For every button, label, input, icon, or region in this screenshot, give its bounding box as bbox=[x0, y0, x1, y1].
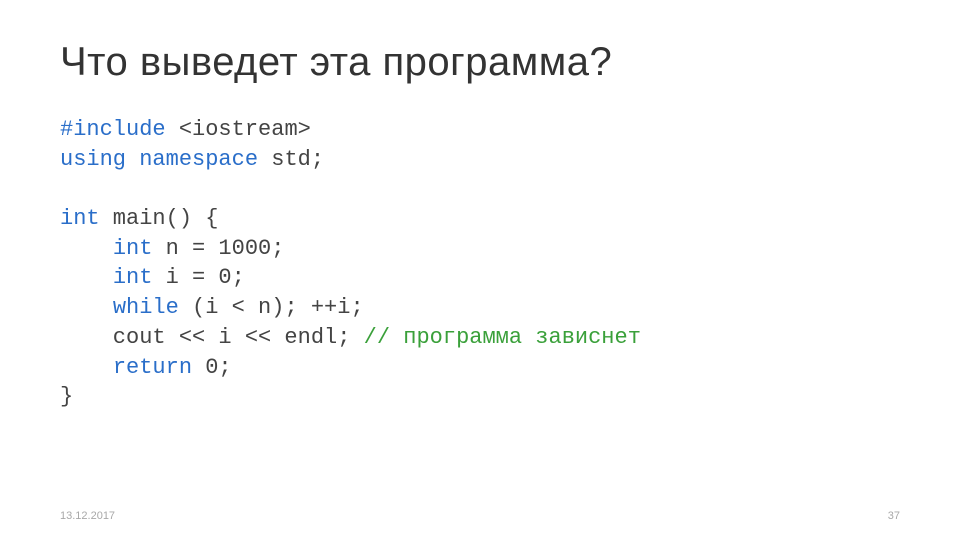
code-keyword: int bbox=[113, 265, 153, 290]
code-text bbox=[60, 236, 113, 261]
code-keyword: int bbox=[113, 236, 153, 261]
code-text: n = 1000; bbox=[152, 236, 284, 261]
code-text: cout << i << endl; bbox=[60, 325, 364, 350]
code-text: i = 0; bbox=[152, 265, 244, 290]
code-text: (i < n); ++i; bbox=[179, 295, 364, 320]
code-text: std; bbox=[258, 147, 324, 172]
slide: Что выведет эта программа? #include <ios… bbox=[0, 0, 960, 540]
code-keyword: return bbox=[113, 355, 192, 380]
footer-page-number: 37 bbox=[888, 510, 900, 522]
code-keyword: namespace bbox=[139, 147, 258, 172]
code-text: } bbox=[60, 384, 73, 409]
code-keyword: int bbox=[60, 206, 100, 231]
code-keyword: using bbox=[60, 147, 126, 172]
slide-title: Что выведет эта программа? bbox=[60, 40, 900, 85]
code-keyword: while bbox=[113, 295, 179, 320]
code-text bbox=[60, 355, 113, 380]
code-text bbox=[60, 295, 113, 320]
footer-date: 13.12.2017 bbox=[60, 510, 115, 522]
code-text bbox=[60, 265, 113, 290]
code-comment: // программа зависнет bbox=[364, 325, 641, 350]
code-text: 0; bbox=[192, 355, 232, 380]
code-text: <iostream> bbox=[166, 117, 311, 142]
code-block: #include <iostream> using namespace std;… bbox=[60, 115, 900, 412]
code-keyword: #include bbox=[60, 117, 166, 142]
code-text bbox=[126, 147, 139, 172]
code-text: main() { bbox=[100, 206, 219, 231]
slide-footer: 13.12.2017 37 bbox=[60, 510, 900, 522]
